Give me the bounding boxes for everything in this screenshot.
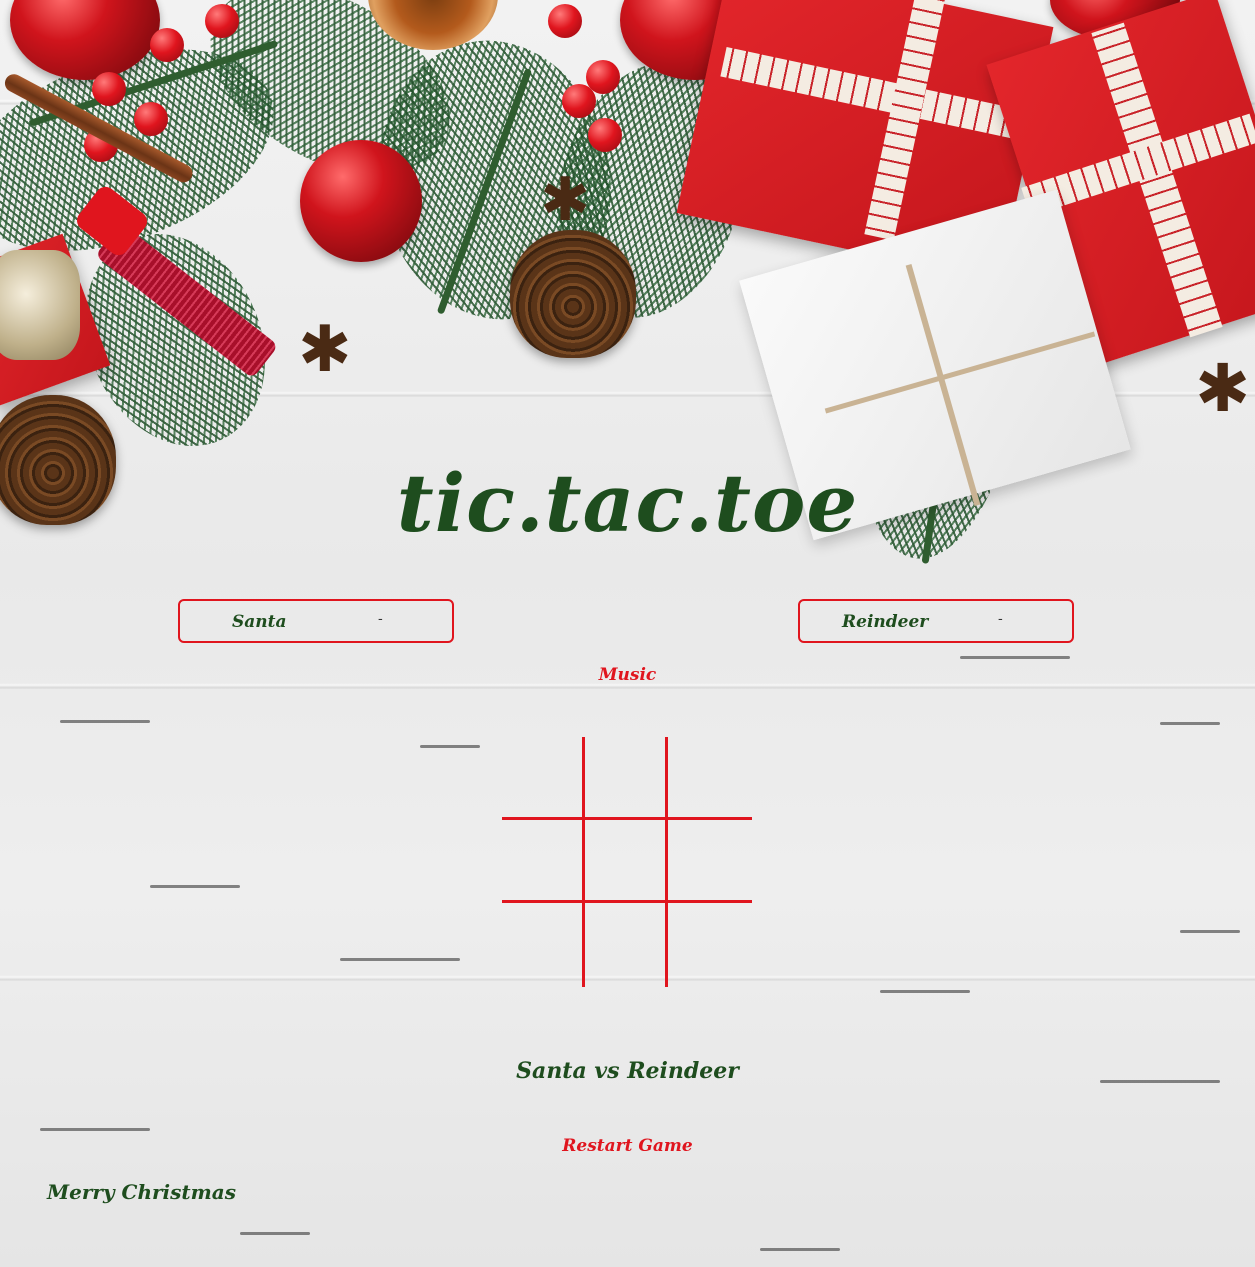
ornament-ball-icon	[300, 140, 422, 262]
board-cell[interactable]	[668, 903, 752, 987]
gold-bow-icon	[0, 250, 80, 360]
pinecone-icon	[510, 230, 636, 358]
star-anise-icon: ✱	[540, 165, 591, 235]
board-cell[interactable]	[585, 737, 668, 820]
board-cell[interactable]	[585, 903, 668, 987]
player-score: -	[998, 611, 1003, 627]
berry-icon	[588, 118, 622, 152]
berry-icon	[548, 4, 582, 38]
game-status-text: Santa vs Reindeer	[516, 1058, 739, 1084]
board-cell[interactable]	[668, 737, 752, 820]
music-toggle-button[interactable]: Music	[0, 665, 1255, 685]
restart-game-button[interactable]: Restart Game	[0, 1136, 1255, 1156]
player-santa-box: Santa -	[178, 599, 454, 643]
player-name: Reindeer	[842, 612, 929, 632]
player-name: Santa	[232, 612, 287, 632]
berry-icon	[205, 4, 239, 38]
berry-icon	[92, 72, 126, 106]
star-anise-icon: ✱	[1195, 350, 1251, 427]
board-cell[interactable]	[585, 820, 668, 903]
player-reindeer-box: Reindeer -	[798, 599, 1074, 643]
tic-tac-toe-board	[502, 737, 752, 987]
berry-icon	[134, 102, 168, 136]
game-title: tic.tac.toe	[396, 456, 859, 550]
board-cell[interactable]	[502, 737, 585, 820]
player-score: -	[378, 611, 383, 627]
berry-icon	[150, 28, 184, 62]
board-cell[interactable]	[502, 820, 585, 903]
board-cell[interactable]	[502, 903, 585, 987]
star-anise-icon: ✱	[298, 313, 352, 387]
berry-icon	[562, 84, 596, 118]
footer-greeting: Merry Christmas	[47, 1180, 236, 1204]
board-cell[interactable]	[668, 820, 752, 903]
